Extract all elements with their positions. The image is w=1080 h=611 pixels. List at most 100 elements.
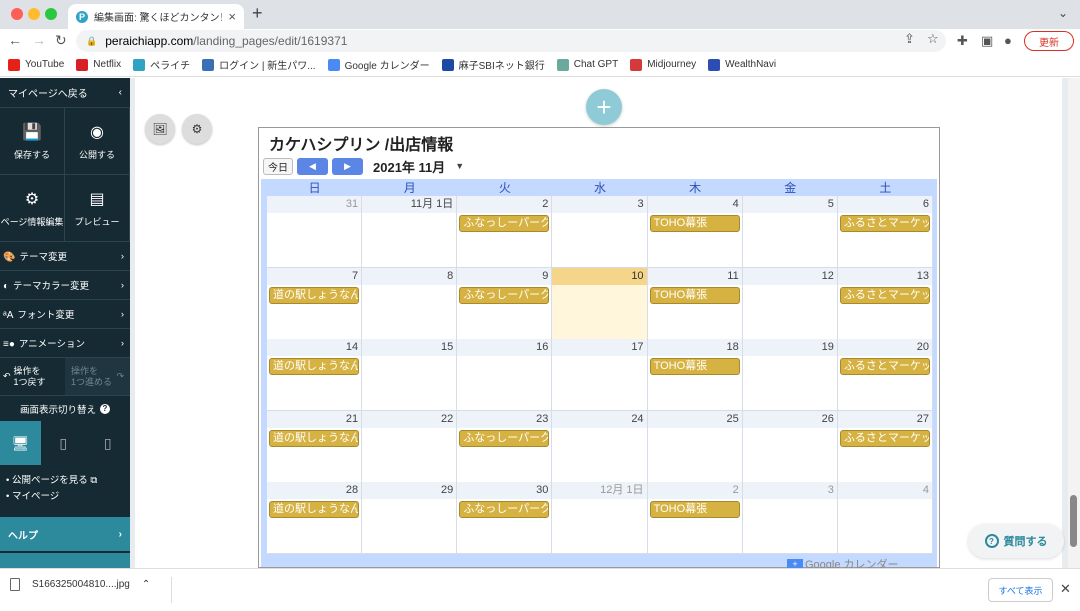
calendar-day-cell[interactable]: 12月 1日 <box>552 482 648 555</box>
calendar-day-cell[interactable]: 13ふるさとマーケット <box>837 267 933 340</box>
close-window-button[interactable] <box>11 8 23 20</box>
reload-icon[interactable]: ↻ <box>55 32 67 49</box>
sidebar-menu-item[interactable]: 🎨 テーマ変更 › <box>0 242 130 271</box>
calendar-day-cell[interactable]: 6 ふるさとマーケット <box>837 196 933 268</box>
calendar-day-cell[interactable]: 18 TOHO幕張 <box>647 339 743 412</box>
calendar-event[interactable]: ふなっしーパーク <box>459 429 550 447</box>
calendar-day-cell[interactable]: 28 道の駅しょうなん <box>267 482 363 555</box>
minimize-window-button[interactable] <box>28 8 40 20</box>
calendar-day-cell[interactable]: 5 <box>742 196 838 268</box>
publish-button[interactable]: ◉ 公開する <box>65 108 130 175</box>
calendar-day-cell[interactable]: 10 <box>552 267 648 340</box>
extensions-puzzle-icon[interactable]: ✚ <box>957 33 968 49</box>
help-question-icon[interactable]: ? <box>100 403 110 414</box>
calendar-day-cell[interactable]: 11月 1日 <box>362 196 458 268</box>
calendar-event[interactable]: 道の駅しょうなん <box>269 429 360 447</box>
mobile-view-icon[interactable]: ▯ <box>86 421 131 465</box>
calendar-day-cell[interactable]: 4 <box>837 482 933 555</box>
desktop-view-icon[interactable]: 🖥 <box>0 421 41 465</box>
calendar-day-cell[interactable]: 23 ふなっしーパーク <box>457 410 553 483</box>
calendar-day-cell[interactable]: 8 <box>362 267 458 340</box>
ask-question-button[interactable]: ? 質問する <box>968 524 1064 558</box>
month-dropdown-caret-icon[interactable]: ▼ <box>455 161 464 171</box>
page-info-button[interactable]: ⚙ ページ情報編集 <box>0 175 65 242</box>
calendar-day-cell[interactable]: 2 ふなっしーパーク <box>457 196 553 268</box>
calendar-event[interactable]: TOHO幕張 <box>649 215 740 232</box>
mypage-link[interactable]: • マイページ <box>6 489 124 505</box>
close-tab-icon[interactable]: × <box>228 9 236 24</box>
calendar-day-cell[interactable]: 12 <box>742 267 838 340</box>
bookmark-item[interactable]: WealthNavi <box>708 58 776 71</box>
calendar-day-cell[interactable]: 29 <box>362 482 458 555</box>
view-public-page-link[interactable]: • 公開ページを見る ⧉ <box>6 473 124 489</box>
calendar-event[interactable]: TOHO幕張 <box>649 286 740 304</box>
block-gear-icon[interactable]: ⚙ <box>182 114 212 144</box>
url-bar[interactable]: 🔒 peraichiapp.com/landing_pages/edit/161… <box>76 30 946 52</box>
maximize-window-button[interactable] <box>45 8 57 20</box>
help-menu[interactable]: ヘルプ › <box>0 517 130 551</box>
today-button[interactable]: 今日 <box>263 157 293 175</box>
calendar-day-cell[interactable]: 19 <box>742 339 838 412</box>
next-month-icon[interactable]: ▶ <box>332 157 363 175</box>
bookmark-item[interactable]: ログイン | 新生パワ... <box>202 57 316 72</box>
profile-avatar-icon[interactable]: ● <box>1004 33 1012 48</box>
redo-button[interactable]: 操作を 1つ進める ↷ <box>65 358 130 395</box>
browser-tab[interactable]: P 編集画面: 驚くほどカンタン！無料 × <box>68 4 244 29</box>
calendar-event[interactable]: ふなっしーパーク <box>459 501 550 519</box>
new-tab-button[interactable]: + <box>252 3 263 24</box>
prev-month-icon[interactable]: ◀ <box>297 157 328 175</box>
image-settings-icon[interactable]: 🖼 <box>145 114 175 144</box>
show-all-downloads-button[interactable]: すべて表示 <box>988 578 1053 602</box>
bookmark-item[interactable]: YouTube <box>8 58 64 71</box>
tab-search-chevron-icon[interactable]: ⌄ <box>1058 6 1068 20</box>
calendar-day-cell[interactable]: 7 道の駅しょうなん <box>267 267 363 340</box>
bookmark-item[interactable]: Chat GPT <box>556 58 618 71</box>
back-to-mypage-link[interactable]: マイページへ戻る ‹ <box>0 78 130 108</box>
calendar-event[interactable]: 道の駅しょうなん <box>269 501 360 519</box>
bookmark-star-icon[interactable]: ☆ <box>927 31 939 47</box>
undo-button[interactable]: ↶ 操作を 1つ戻す <box>0 358 65 395</box>
share-icon[interactable]: ⇪ <box>904 31 915 47</box>
calendar-day-cell[interactable]: 16 <box>457 339 553 412</box>
scrollbar-thumb[interactable] <box>1070 495 1077 547</box>
calendar-event[interactable]: ふるさとマーケット <box>839 215 930 232</box>
bookmark-item[interactable]: 麻子SBIネット銀行 <box>441 57 545 72</box>
calendar-day-cell[interactable]: 3 <box>552 196 648 268</box>
page-scrollbar[interactable] <box>1068 78 1080 568</box>
bookmark-item[interactable]: Google カレンダー <box>327 57 430 72</box>
calendar-day-cell[interactable]: 11 TOHO幕張 <box>647 267 743 340</box>
close-download-bar-icon[interactable]: ✕ <box>1060 581 1071 597</box>
calendar-day-cell[interactable]: 4 TOHO幕張 <box>647 196 743 268</box>
bookmark-item[interactable]: Netflix <box>76 58 121 71</box>
calendar-day-cell[interactable]: 20ふるさとマーケット <box>837 339 933 412</box>
sidebar-menu-item[interactable]: ≡● アニメーション › <box>0 329 130 358</box>
calendar-event[interactable]: ふなっしーパーク <box>459 286 550 304</box>
bookmark-item[interactable]: ペライチ <box>133 57 190 72</box>
calendar-day-cell[interactable]: 31 <box>267 196 363 268</box>
bookmark-item[interactable]: Midjourney <box>630 58 696 71</box>
download-item[interactable]: S166325004810....jpg ⌃ <box>10 578 150 591</box>
calendar-event[interactable]: ふるさとマーケット <box>839 358 930 376</box>
calendar-event[interactable]: ふるさとマーケット <box>839 429 930 447</box>
side-panel-icon[interactable]: ▣ <box>981 33 993 49</box>
calendar-day-cell[interactable]: 2 TOHO幕張 <box>647 482 743 555</box>
calendar-day-cell[interactable]: 15 <box>362 339 458 412</box>
calendar-day-cell[interactable]: 30 ふなっしーパーク <box>457 482 553 555</box>
add-block-plus-icon[interactable]: + <box>586 89 622 125</box>
calendar-day-cell[interactable]: 24 <box>552 410 648 483</box>
sidebar-menu-item[interactable]: ᵃA フォント変更 › <box>0 300 130 329</box>
calendar-event[interactable]: 道の駅しょうなん <box>269 358 360 376</box>
calendar-day-cell[interactable]: 22 <box>362 410 458 483</box>
calendar-day-cell[interactable]: 26 <box>742 410 838 483</box>
calendar-day-cell[interactable]: 27ふるさとマーケット <box>837 410 933 483</box>
calendar-event[interactable]: TOHO幕張 <box>649 358 740 376</box>
calendar-day-cell[interactable]: 17 <box>552 339 648 412</box>
calendar-day-cell[interactable]: 25 <box>647 410 743 483</box>
forward-arrow-icon[interactable]: → <box>32 32 46 48</box>
download-options-chevron-icon[interactable]: ⌃ <box>142 579 150 590</box>
calendar-day-cell[interactable]: 3 <box>742 482 838 555</box>
calendar-day-cell[interactable]: 21 道の駅しょうなん <box>267 410 363 483</box>
calendar-event[interactable]: TOHO幕張 <box>649 501 740 519</box>
calendar-event[interactable]: ふるさとマーケット <box>839 286 930 304</box>
sidebar-menu-item[interactable]: ◐ テーマカラー変更 › <box>0 271 130 300</box>
